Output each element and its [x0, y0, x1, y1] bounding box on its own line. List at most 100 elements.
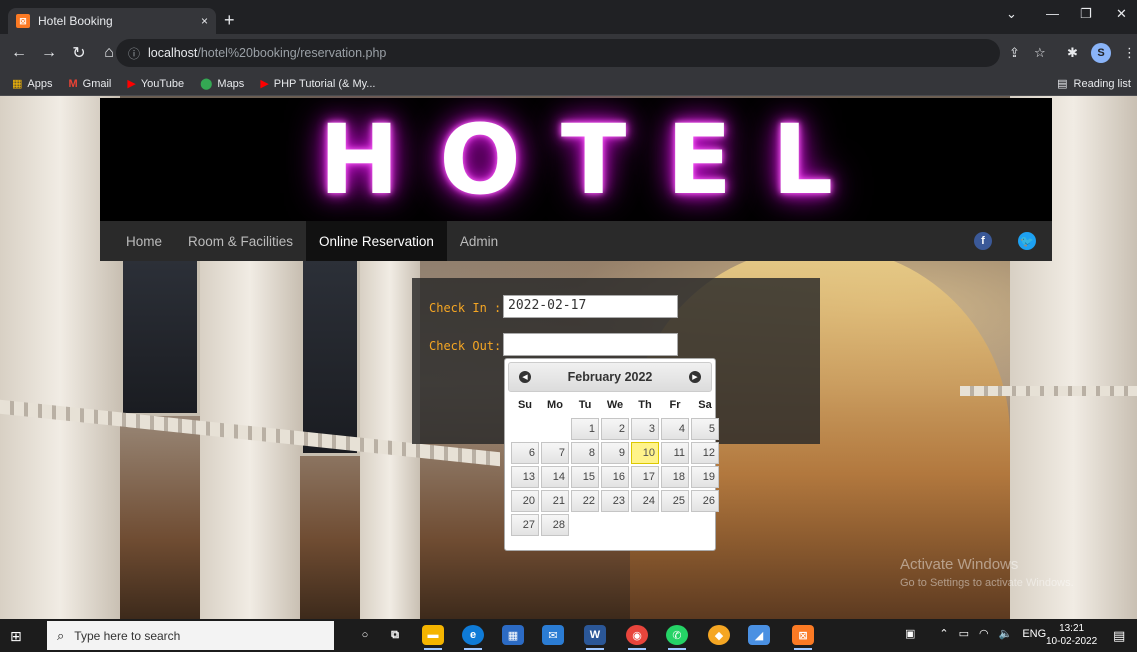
system-tray: ▣ ⌃ ▭ ◠ 🔈 ENG — [905, 627, 1056, 641]
taskbar-clock[interactable]: 13:21 10-02-2022 — [1046, 622, 1097, 648]
language-indicator[interactable]: ENG — [1022, 628, 1046, 640]
calendar-day[interactable]: 1 — [571, 418, 599, 440]
calendar-day[interactable]: 11 — [661, 442, 689, 464]
calendar-day[interactable]: 7 — [541, 442, 569, 464]
weekday-header: Mo — [547, 399, 563, 411]
bookmark-label: PHP Tutorial (& My... — [273, 77, 376, 90]
calendar-day[interactable]: 25 — [661, 490, 689, 512]
extensions-icon[interactable]: ✱ — [1067, 45, 1078, 61]
watermark-subtitle: Go to Settings to activate Windows. — [900, 577, 1074, 589]
nav-home[interactable]: Home — [100, 221, 175, 261]
menu-kebab-icon[interactable]: ⋮ — [1123, 45, 1136, 61]
file-explorer-icon[interactable]: ▬ — [422, 625, 444, 650]
word-icon[interactable]: W — [584, 625, 606, 650]
back-icon[interactable]: ← — [4, 44, 34, 62]
address-bar[interactable]: ⓘ localhost/hotel%20booking/reservation.… — [116, 39, 1000, 67]
xampp-icon[interactable]: ⊠ — [792, 625, 814, 650]
taskbar-search-box[interactable]: ⌕ Type here to search — [47, 621, 334, 650]
bookmark-maps[interactable]: ⬤ Maps — [200, 77, 244, 91]
task-view-icon[interactable]: ⧉ — [384, 625, 406, 645]
calendar-day[interactable]: 16 — [601, 466, 629, 488]
battery-icon[interactable]: ▭ — [959, 627, 969, 640]
youtube-icon: ▶ — [127, 78, 136, 90]
calendar-day[interactable]: 8 — [571, 442, 599, 464]
minimize-icon[interactable]: — — [1046, 6, 1059, 21]
calendar-day[interactable]: 19 — [691, 466, 719, 488]
calendar-day[interactable]: 23 — [601, 490, 629, 512]
site-info-icon[interactable]: ⓘ — [128, 45, 140, 62]
bookmarks-bar: ▦ Apps M Gmail ▶ YouTube ⬤ Maps ▶ PHP Tu… — [0, 72, 1137, 96]
close-window-icon[interactable]: ✕ — [1116, 6, 1127, 22]
nav-admin[interactable]: Admin — [447, 221, 511, 261]
twitter-icon[interactable]: 🐦 — [1018, 232, 1036, 250]
calendar-day[interactable]: 13 — [511, 466, 539, 488]
calendar-day[interactable]: 6 — [511, 442, 539, 464]
tab-title: Hotel Booking — [38, 14, 113, 28]
news-icon[interactable]: ▣ — [905, 627, 915, 640]
profile-avatar[interactable]: S — [1091, 43, 1111, 63]
calendar-day[interactable]: 26 — [691, 490, 719, 512]
calendar-day-today[interactable]: 10 — [631, 442, 659, 464]
next-month-icon[interactable]: ▶ — [689, 371, 701, 383]
calendar-day[interactable]: 2 — [601, 418, 629, 440]
share-icon[interactable]: ⇪ — [1009, 45, 1020, 61]
weekday-header: Su — [517, 399, 533, 411]
mail-icon[interactable]: ✉ — [542, 625, 564, 645]
reading-list-label: Reading list — [1073, 77, 1131, 90]
clock-time: 13:21 — [1059, 623, 1085, 634]
tab-search-chevron-icon[interactable]: ⌄ — [1006, 6, 1017, 22]
prev-month-icon[interactable]: ◀ — [519, 371, 531, 383]
bookmark-label: YouTube — [140, 77, 185, 90]
calendar-day[interactable]: 24 — [631, 490, 659, 512]
calendar-day[interactable]: 3 — [631, 418, 659, 440]
notification-icon[interactable]: ▤ — [1113, 628, 1125, 644]
url-host: localhost — [148, 46, 198, 60]
calendar-day[interactable]: 12 — [691, 442, 719, 464]
datepicker-grid: Su Mo Tu We Th Fr Sa 1 2 3 4 5 6 7 8 9 10 11 12 13 14 15 16 17 1… — [508, 394, 719, 536]
brave-icon[interactable]: ◆ — [708, 625, 730, 645]
reload-icon[interactable]: ↻ — [64, 43, 94, 63]
restore-icon[interactable]: ❐ — [1080, 6, 1092, 22]
calendar-day[interactable]: 20 — [511, 490, 539, 512]
calendar-day[interactable]: 27 — [511, 514, 539, 536]
calendar-day[interactable]: 14 — [541, 466, 569, 488]
calendar-day[interactable]: 15 — [571, 466, 599, 488]
cortana-icon[interactable]: ○ — [354, 625, 376, 645]
wifi-icon[interactable]: ◠ — [979, 627, 989, 640]
bookmark-youtube[interactable]: ▶ YouTube — [127, 77, 185, 91]
nav-room-facilities[interactable]: Room & Facilities — [175, 221, 306, 261]
check-out-input[interactable] — [503, 333, 678, 356]
calendar-day[interactable]: 21 — [541, 490, 569, 512]
browser-tab[interactable]: ⊠ Hotel Booking × — [8, 8, 216, 34]
bookmark-label: Apps — [27, 77, 53, 90]
calendar-day[interactable]: 5 — [691, 418, 719, 440]
reading-list-icon: ▤ — [1057, 78, 1068, 90]
calendar-day[interactable]: 22 — [571, 490, 599, 512]
reading-list-button[interactable]: ▤ Reading list — [1057, 77, 1131, 91]
chrome-icon[interactable]: ◉ — [626, 625, 648, 650]
edge-icon[interactable]: e — [462, 625, 484, 650]
calendar-day[interactable]: 17 — [631, 466, 659, 488]
calendar-day[interactable]: 28 — [541, 514, 569, 536]
tab-close-icon[interactable]: × — [201, 14, 208, 28]
windows-start-icon[interactable]: ⊞ — [10, 628, 22, 645]
app-icon[interactable]: ◢ — [748, 625, 770, 645]
bookmark-gmail[interactable]: M Gmail — [68, 78, 111, 90]
tray-overflow-icon[interactable]: ⌃ — [939, 627, 948, 640]
datepicker-header: ◀ February 2022 ▶ — [508, 362, 712, 392]
facebook-icon[interactable]: f — [974, 232, 992, 250]
calendar-day[interactable]: 4 — [661, 418, 689, 440]
whatsapp-icon[interactable]: ✆ — [666, 625, 688, 650]
calendar-day[interactable]: 9 — [601, 442, 629, 464]
forward-icon[interactable]: → — [34, 44, 64, 62]
nav-online-reservation[interactable]: Online Reservation — [306, 221, 447, 261]
bookmark-apps[interactable]: ▦ Apps — [12, 77, 53, 91]
check-in-input[interactable]: 2022-02-17 — [503, 295, 678, 318]
store-icon[interactable]: ▦ — [502, 625, 524, 645]
bookmark-star-icon[interactable]: ☆ — [1034, 45, 1046, 61]
calendar-day[interactable]: 18 — [661, 466, 689, 488]
new-tab-button[interactable]: + — [224, 10, 235, 31]
volume-icon[interactable]: 🔈 — [999, 627, 1013, 640]
page-viewport: HOTEL Home Room & Facilities Online Rese… — [0, 96, 1137, 619]
bookmark-php-tutorial[interactable]: ▶ PHP Tutorial (& My... — [260, 77, 376, 91]
